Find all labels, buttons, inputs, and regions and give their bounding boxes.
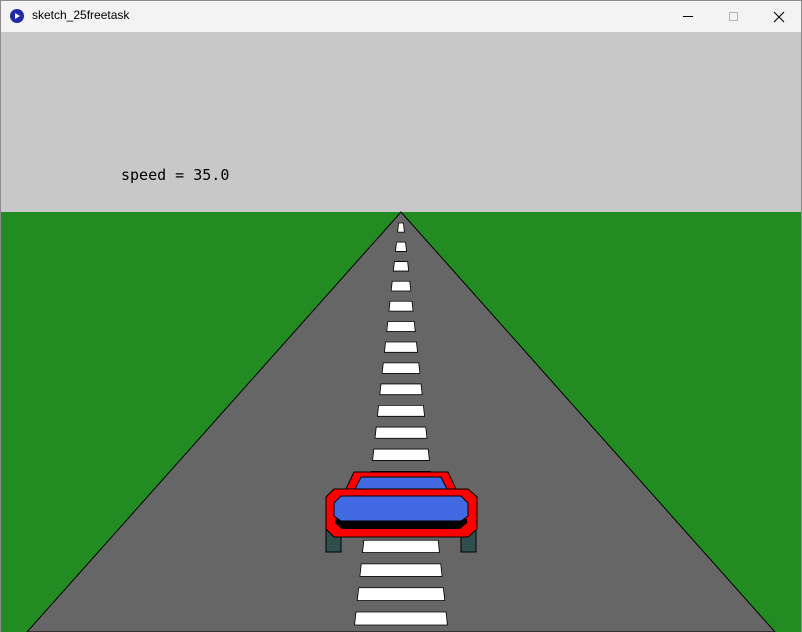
lane-marker xyxy=(362,539,440,553)
app-icon xyxy=(10,9,24,23)
sky xyxy=(1,32,801,212)
car-windshield xyxy=(333,495,469,522)
car-rear-window xyxy=(354,476,448,490)
lane-marker xyxy=(397,222,405,233)
lane-marker xyxy=(392,261,410,272)
game-scene xyxy=(1,32,801,632)
minimize-button[interactable] xyxy=(665,1,711,32)
lane-marker xyxy=(354,611,448,626)
minimize-icon xyxy=(683,16,693,17)
maximize-button[interactable] xyxy=(710,1,756,32)
lane-marker xyxy=(379,383,423,396)
close-icon xyxy=(773,11,785,22)
lane-marker xyxy=(381,362,421,374)
lane-marker xyxy=(376,404,426,417)
lane-marker xyxy=(359,563,443,577)
close-button[interactable] xyxy=(756,1,802,32)
speed-readout: speed = 35.0 xyxy=(121,166,229,184)
maximize-icon xyxy=(728,12,738,21)
app-window: sketch_25freetask speed = 35.0 xyxy=(0,0,802,632)
lane-marker xyxy=(374,426,428,439)
window-title: sketch_25freetask xyxy=(32,8,130,22)
speed-label: speed = xyxy=(121,166,194,184)
lane-marker xyxy=(356,587,446,601)
lane-marker xyxy=(383,341,419,353)
lane-marker xyxy=(386,321,416,332)
lane-marker xyxy=(395,241,407,252)
game-canvas[interactable]: speed = 35.0 xyxy=(1,32,801,632)
title-bar[interactable]: sketch_25freetask xyxy=(1,1,801,32)
speed-value: 35.0 xyxy=(193,166,230,184)
lane-marker xyxy=(388,300,414,312)
lane-marker xyxy=(372,448,430,461)
lane-marker xyxy=(390,280,412,292)
